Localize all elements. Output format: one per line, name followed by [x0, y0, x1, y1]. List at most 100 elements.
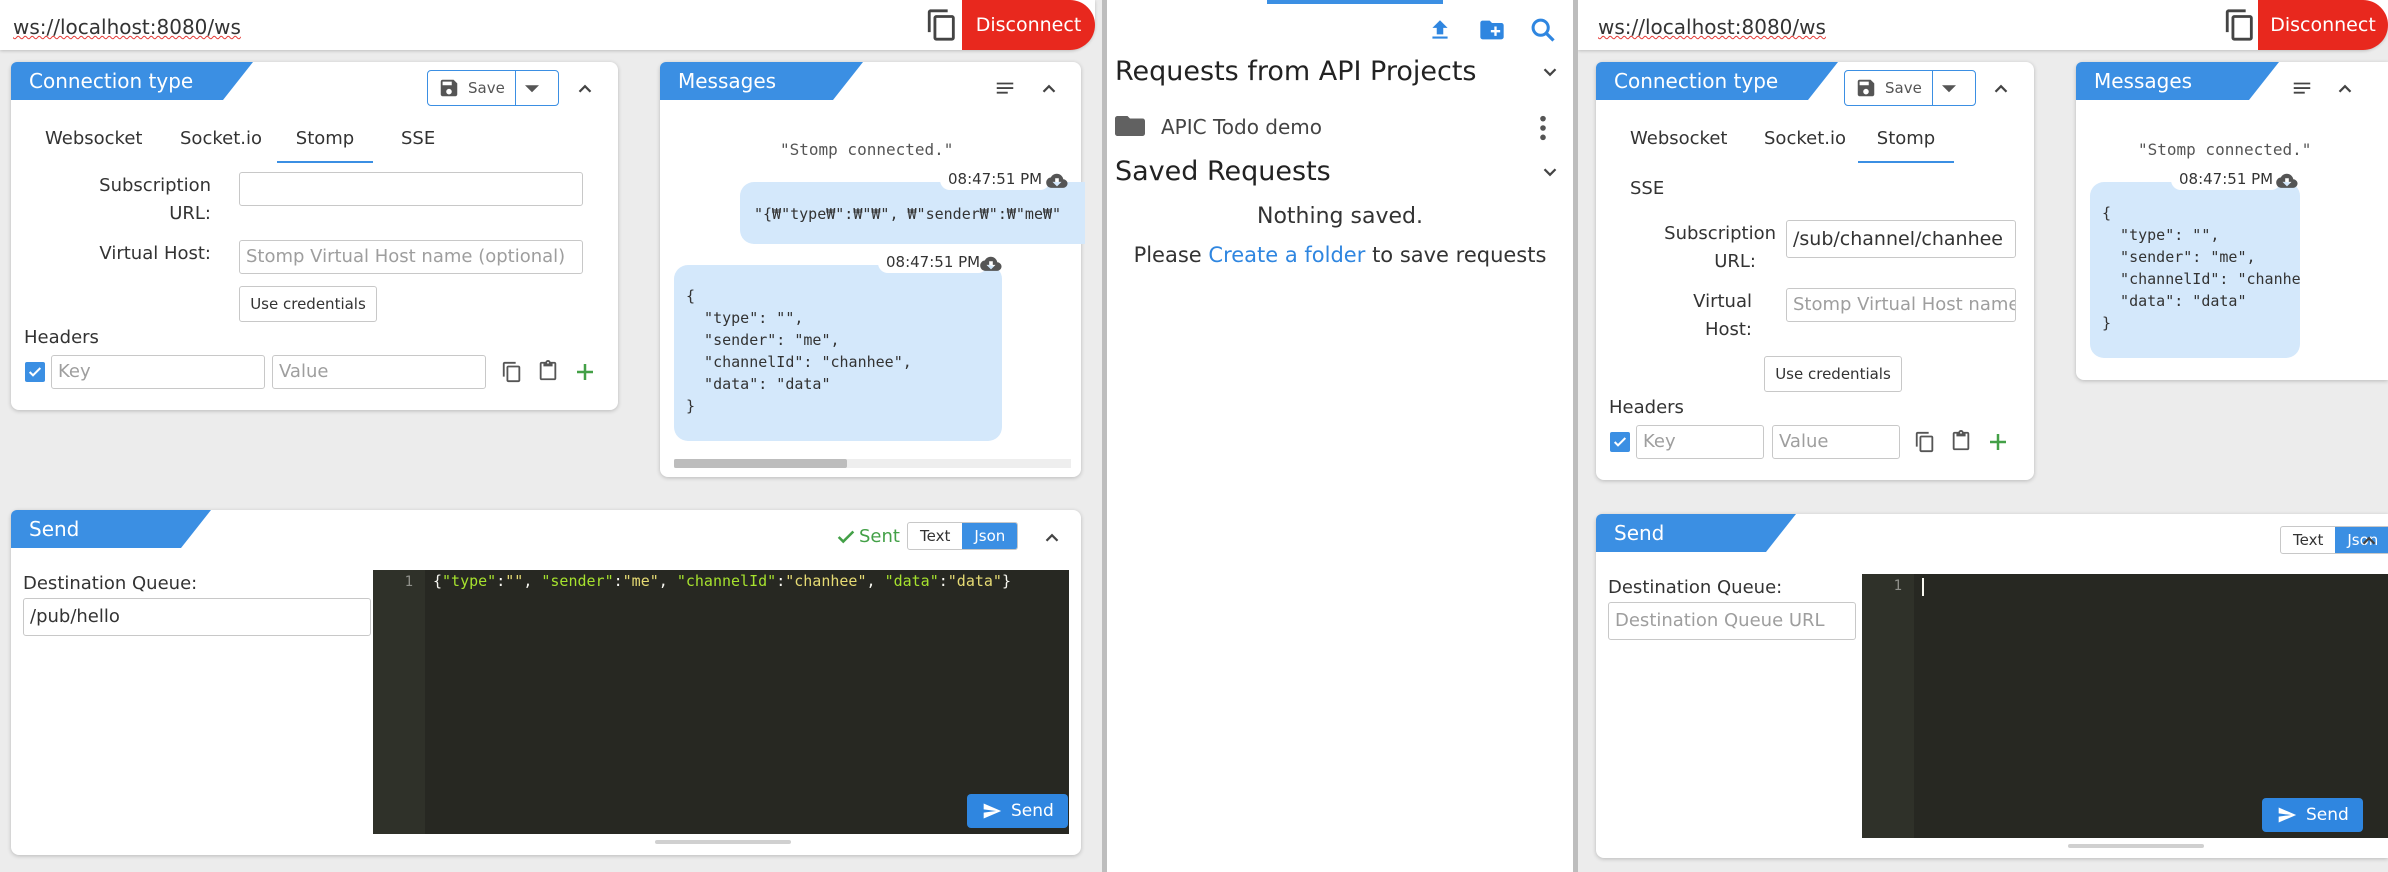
new-folder-icon[interactable] — [1477, 16, 1507, 44]
clear-messages-icon[interactable] — [2290, 78, 2314, 100]
payload-editor[interactable]: 1 Send — [1862, 574, 2388, 838]
save-button-group: Save — [427, 70, 559, 106]
header-key-input[interactable]: Key — [51, 355, 265, 389]
save-icon — [1857, 79, 1875, 97]
vhost-input[interactable]: Stomp Virtual Host name (optional) — [239, 240, 583, 274]
message-time: 08:47:51 PM — [878, 251, 989, 273]
line-number: 1 — [1893, 578, 1902, 594]
connection-card: Connection type Save Websocket Socket.io… — [1596, 62, 2034, 480]
vhost-label-line2: Host: — [1704, 319, 1752, 340]
disconnect-button[interactable]: Disconnect — [962, 0, 1095, 50]
payload-editor[interactable]: 1 {"type":"", "sender":"me", "channelId"… — [373, 570, 1069, 834]
save-dropdown-button[interactable] — [516, 71, 548, 105]
send-button[interactable]: Send — [967, 794, 1068, 828]
tab-stomp[interactable]: Stomp — [277, 128, 373, 163]
collapse-connection-icon[interactable] — [574, 78, 596, 100]
header-enabled-checkbox[interactable] — [1610, 432, 1630, 452]
system-message: "Stomp connected." — [780, 140, 954, 159]
use-credentials-button[interactable]: Use credentials — [239, 286, 377, 322]
collapse-send-icon[interactable] — [2358, 530, 2380, 552]
vhost-input[interactable]: Stomp Virtual Host name — [1786, 288, 2016, 322]
vhost-label-line1: Virtual — [1693, 291, 1752, 312]
upload-icon[interactable] — [1427, 16, 1453, 44]
collapse-connection-icon[interactable] — [1990, 78, 2012, 100]
header-enabled-checkbox[interactable] — [25, 362, 45, 382]
copy-header-icon[interactable] — [501, 361, 523, 383]
more-vert-icon[interactable] — [1537, 114, 1549, 142]
messages-title: Messages — [660, 62, 863, 100]
paste-header-icon[interactable] — [537, 360, 559, 382]
sent-check-icon — [837, 530, 855, 544]
tab-stomp[interactable]: Stomp — [1858, 128, 1954, 163]
tab-websocket[interactable]: Websocket — [45, 128, 142, 149]
copy-url-icon[interactable] — [925, 8, 959, 42]
saved-heading[interactable]: Saved Requests — [1115, 156, 1331, 187]
save-button[interactable]: Save — [1845, 71, 1933, 105]
header-value-input[interactable]: Value — [1772, 425, 1900, 459]
please-text: Please — [1133, 243, 1202, 267]
collapse-send-icon[interactable] — [1041, 527, 1063, 549]
subscription-label-line1: Subscription — [1664, 223, 1776, 244]
send-icon — [983, 803, 1002, 819]
save-label: Save — [468, 79, 505, 97]
check-icon — [28, 367, 42, 377]
url-input[interactable]: ws://localhost:8080/ws — [1598, 15, 1826, 39]
message-bubble: "{₩"type₩":₩"₩", ₩"sender₩":₩"me₩" — [740, 182, 1085, 244]
connection-card: Connection type Save Websocket Socket.io… — [11, 62, 618, 410]
projects-heading[interactable]: Requests from API Projects — [1115, 56, 1476, 87]
horizontal-scrollbar-thumb[interactable] — [674, 459, 847, 468]
paste-header-icon[interactable] — [1950, 430, 1972, 452]
expand-saved-icon[interactable] — [1539, 161, 1561, 183]
resize-handle[interactable] — [2068, 844, 2204, 848]
text-format-button[interactable]: Text — [908, 523, 962, 549]
send-label: Send — [1011, 801, 1054, 821]
destination-input[interactable]: Destination Queue URL — [1608, 602, 1856, 640]
left-workspace: ws://localhost:8080/ws Disconnect Connec… — [0, 0, 1102, 872]
save-button[interactable]: Save — [428, 71, 516, 105]
resize-handle[interactable] — [655, 840, 791, 844]
send-button[interactable]: Send — [2262, 798, 2363, 832]
header-value-input[interactable]: Value — [272, 355, 486, 389]
messages-card: Messages "Stomp connected." "{₩"type₩":₩… — [660, 62, 1085, 477]
json-format-button[interactable]: Json — [962, 523, 1018, 549]
add-header-icon[interactable] — [1986, 430, 2010, 454]
destination-input[interactable]: /pub/hello — [23, 598, 371, 636]
create-folder-link[interactable]: Create a folder — [1208, 243, 1365, 267]
save-dropdown-button[interactable] — [1933, 71, 1965, 105]
send-card: Send Text Json Destination Queue: Destin… — [1596, 514, 2388, 858]
tab-socketio[interactable]: Socket.io — [1764, 128, 1846, 149]
search-icon[interactable] — [1529, 16, 1557, 44]
clear-messages-icon[interactable] — [993, 78, 1017, 100]
project-name[interactable]: APIC Todo demo — [1161, 115, 1322, 139]
url-input[interactable]: ws://localhost:8080/ws — [13, 15, 241, 39]
line-number: 1 — [404, 574, 413, 590]
saved-requests-panel: Requests from API Projects APIC Todo dem… — [1107, 0, 1573, 872]
header-key-input[interactable]: Key — [1636, 425, 1764, 459]
add-header-icon[interactable] — [573, 360, 597, 384]
check-icon — [1613, 437, 1627, 447]
copy-url-icon[interactable] — [2223, 8, 2257, 42]
message-time: 08:47:51 PM — [2171, 168, 2282, 190]
send-title: Send — [1596, 514, 1796, 552]
text-format-button[interactable]: Text — [2281, 527, 2335, 553]
disconnect-button[interactable]: Disconnect — [2258, 0, 2388, 50]
collapse-messages-icon[interactable] — [1038, 78, 1060, 100]
use-credentials-button[interactable]: Use credentials — [1764, 356, 1902, 392]
editor-code[interactable]: {"type":"", "sender":"me", "channelId":"… — [433, 572, 1011, 590]
tab-websocket[interactable]: Websocket — [1630, 128, 1727, 149]
expand-projects-icon[interactable] — [1539, 61, 1561, 83]
tab-sse[interactable]: SSE — [1630, 178, 1664, 199]
tab-sse[interactable]: SSE — [401, 128, 435, 149]
collapse-messages-icon[interactable] — [2334, 78, 2356, 100]
tab-socketio[interactable]: Socket.io — [180, 128, 262, 149]
vhost-label: Virtual Host: — [99, 243, 211, 264]
subscription-url-input[interactable] — [239, 172, 583, 206]
copy-header-icon[interactable] — [1914, 431, 1936, 453]
caret-down-icon — [524, 85, 539, 93]
url-bar: ws://localhost:8080/ws Disconnect — [1578, 0, 2388, 50]
format-toggle: Text Json — [907, 522, 1019, 550]
folder-icon — [1115, 116, 1145, 136]
caret-down-icon — [1941, 85, 1956, 93]
message-time: 08:47:51 PM — [940, 168, 1051, 190]
subscription-url-input[interactable]: /sub/channel/chanhee — [1786, 220, 2016, 258]
